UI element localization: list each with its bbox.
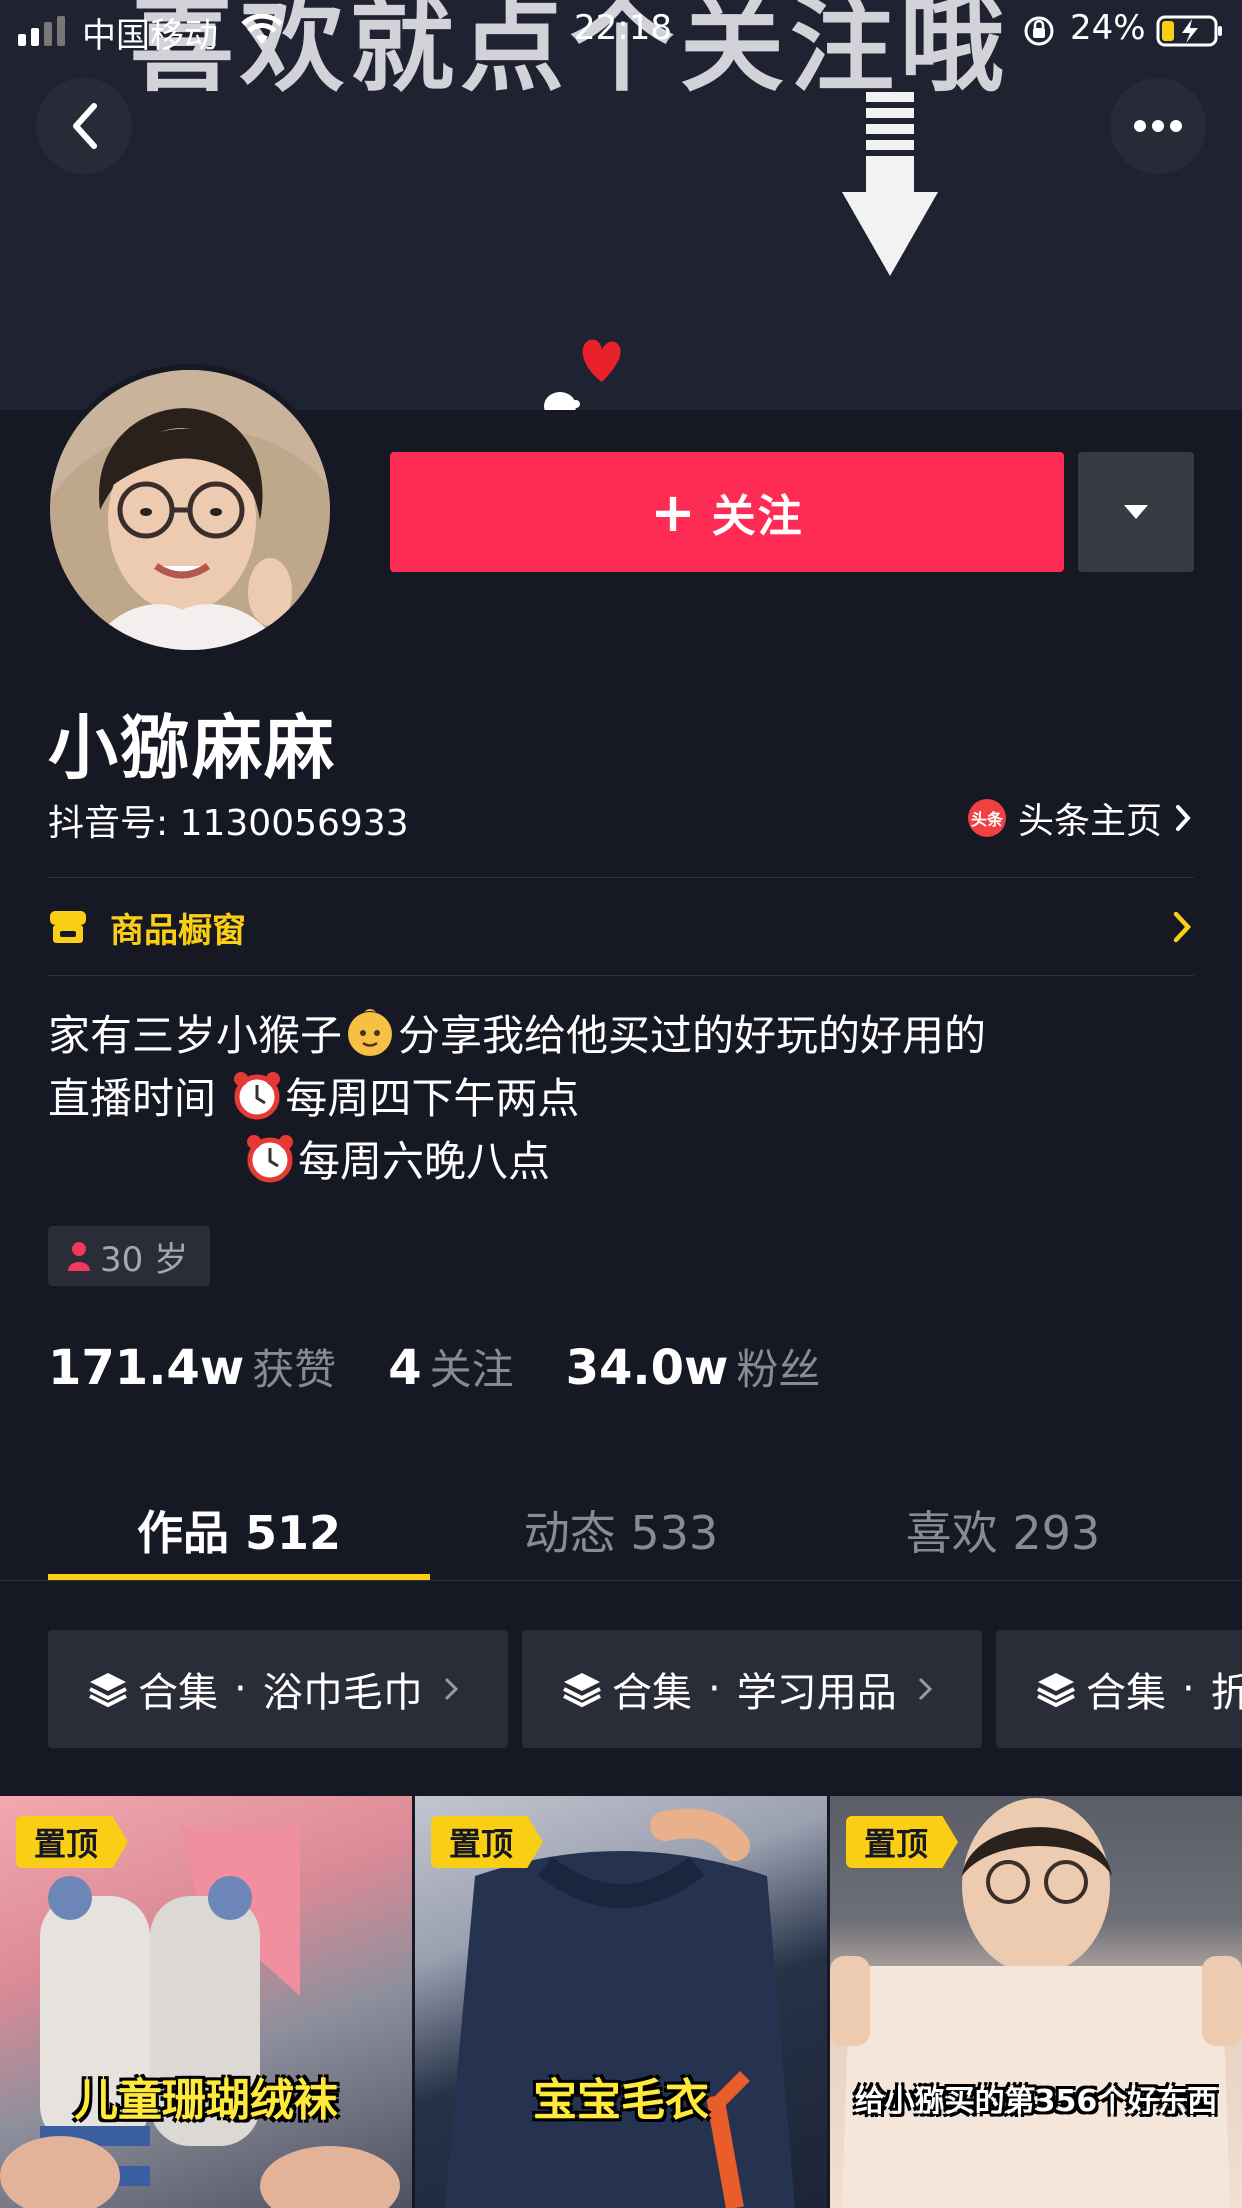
stat-value: 34.0w (565, 1340, 729, 1396)
caret-down-icon (1124, 505, 1148, 519)
collection-name: 折 (1210, 1670, 1242, 1716)
back-button[interactable] (36, 78, 132, 174)
heart-sticker-icon (544, 339, 621, 410)
stat-label: 获赞 (252, 1345, 337, 1394)
collections-scroller[interactable]: 合集 · 浴巾毛巾 合集 · 学习用品 合集 · 折 (48, 1630, 1242, 1748)
divider (48, 975, 1194, 976)
video-grid: 置顶 儿童珊瑚绒袜 置顶 宝宝毛衣 置顶 给小猕买的第356个好东西 (0, 1796, 1242, 2208)
pinned-badge: 置顶 (431, 1816, 544, 1868)
layers-icon (1037, 1673, 1075, 1708)
shop-window-icon (50, 911, 86, 943)
recommend-dropdown-button[interactable] (1078, 452, 1194, 572)
bio-text: 家有三岁小猴子 (48, 1011, 343, 1060)
stat-value: 4 (388, 1340, 422, 1396)
battery-percentage: 24% (1070, 8, 1146, 48)
stat-value: 171.4w (48, 1340, 245, 1396)
age-label: 30 岁 (100, 1239, 189, 1280)
bio-text: 直播时间 (48, 1074, 217, 1123)
bio-text: 分享我给他买过的好玩的好用的 (398, 1011, 987, 1060)
tab-works[interactable]: 作品 512 (48, 1480, 430, 1580)
profile-name: 小猕麻麻 (48, 707, 336, 789)
video-caption: 儿童珊瑚绒袜 (74, 2075, 338, 2126)
baby-emoji-icon (348, 1009, 393, 1056)
profile-stats: 171.4w 获赞 4 关注 34.0w 粉丝 (48, 1336, 872, 1396)
avatar[interactable] (44, 364, 336, 656)
more-dots-icon (1134, 120, 1182, 132)
toutiao-homepage-link[interactable]: 头条 头条主页 (968, 794, 1194, 842)
following-stat[interactable]: 4 关注 (388, 1336, 513, 1397)
profile-banner: 喜欢就点个关注哦 中国移动 22:18 24% (0, 0, 1242, 410)
stat-label: 关注 (429, 1345, 514, 1394)
bio-text: 每周四下午两点 (285, 1074, 580, 1123)
separator-dot: · (234, 1666, 247, 1712)
video-thumbnail[interactable]: 置顶 儿童珊瑚绒袜 (0, 1796, 412, 2208)
layers-icon (563, 1673, 601, 1708)
profile-screen: 喜欢就点个关注哦 中国移动 22:18 24% + 关注 小猕麻麻 抖音号: 1… (0, 0, 1242, 2208)
chevron-right-icon (918, 1677, 932, 1701)
profile-tabs: 作品 512 动态 533 喜欢 293 (48, 1480, 1194, 1580)
likes-stat[interactable]: 171.4w 获赞 (48, 1336, 336, 1397)
follow-button[interactable]: + 关注 (390, 452, 1064, 572)
carrier-name: 中国移动 (82, 16, 218, 56)
chevron-right-icon (1173, 911, 1192, 943)
avatar-portrait (50, 370, 330, 650)
separator-dot: · (708, 1666, 721, 1712)
alarm-clock-icon (234, 1072, 281, 1120)
collection-prefix: 合集 (138, 1670, 218, 1716)
chevron-right-icon (444, 1677, 458, 1701)
separator-dot: · (1182, 1666, 1195, 1712)
layers-icon (89, 1673, 127, 1708)
stat-label: 粉丝 (736, 1345, 821, 1394)
down-arrow-icon (842, 92, 938, 276)
tab-likes[interactable]: 喜欢 293 (812, 1480, 1194, 1580)
collection-chip[interactable]: 合集 · 学习用品 (522, 1630, 982, 1748)
chevron-right-icon (1176, 805, 1191, 831)
douyin-id[interactable]: 抖音号: 1130056933 (48, 794, 409, 846)
female-user-icon (68, 1242, 90, 1271)
orientation-lock-icon (1024, 16, 1054, 46)
more-options-button[interactable] (1110, 78, 1206, 174)
collection-prefix: 合集 (1086, 1670, 1166, 1716)
alarm-clock-icon (247, 1135, 293, 1183)
divider (0, 1580, 1242, 1581)
video-thumbnail[interactable]: 置顶 宝宝毛衣 (415, 1796, 827, 2208)
collection-chip[interactable]: 合集 · 折 (996, 1630, 1242, 1748)
plus-icon: + (650, 480, 698, 544)
profile-bio: 家有三岁小猴子 分享我给他买过的好玩的好用的 直播时间 每周四下午两点 每周六晚… (48, 1004, 986, 1193)
followers-stat[interactable]: 34.0w 粉丝 (566, 1336, 821, 1397)
tab-activity[interactable]: 动态 533 (430, 1480, 812, 1580)
collection-chip[interactable]: 合集 · 浴巾毛巾 (48, 1630, 508, 1748)
wifi-icon (241, 14, 283, 44)
video-thumbnail[interactable]: 置顶 给小猕买的第356个好东西 (830, 1796, 1242, 2208)
bio-text: 每周六晚八点 (298, 1137, 551, 1186)
collection-name: 学习用品 (736, 1670, 897, 1716)
clock-time: 22:18 (574, 8, 672, 48)
pinned-badge: 置顶 (846, 1816, 959, 1868)
product-showcase-label: 商品橱窗 (110, 910, 246, 951)
toutiao-logo-icon: 头条 (968, 799, 1006, 837)
age-tag: 30 岁 (48, 1226, 211, 1286)
collection-name: 浴巾毛巾 (262, 1670, 423, 1716)
chevron-left-icon (73, 103, 97, 149)
pinned-badge: 置顶 (16, 1816, 129, 1868)
signal-strength-icon (18, 16, 65, 46)
toutiao-link-label: 头条主页 (1018, 801, 1163, 842)
collection-prefix: 合集 (612, 1670, 692, 1716)
product-showcase-row[interactable]: 商品橱窗 (48, 878, 1194, 976)
video-caption: 宝宝毛衣 (533, 2075, 709, 2126)
status-bar: 中国移动 22:18 24% (0, 0, 1242, 60)
video-caption: 给小猕买的第356个好东西 (854, 2084, 1218, 2119)
follow-button-label: 关注 (711, 491, 804, 542)
battery-charging-icon (1156, 15, 1222, 47)
